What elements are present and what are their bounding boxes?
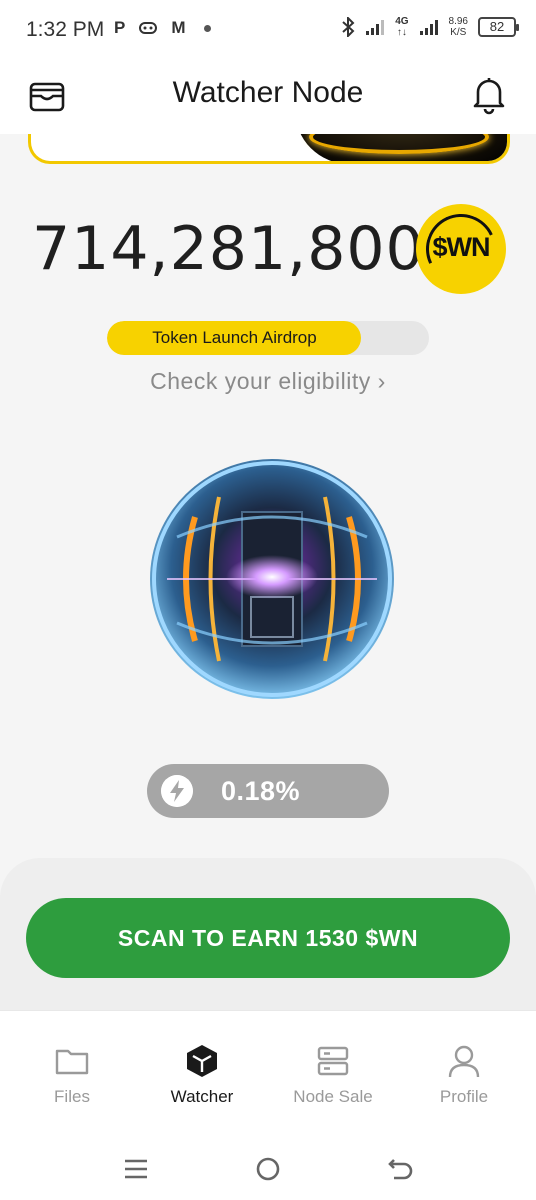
bluetooth-icon	[342, 17, 355, 37]
status-bar: 1:32 PM P M 4G ↑↓ 8.96 K/S 82	[0, 0, 536, 60]
nav-label-watcher: Watcher	[170, 1087, 234, 1106]
p-app-icon: P	[114, 18, 126, 37]
notification-icons: P M	[114, 18, 211, 38]
folder-icon	[55, 1049, 89, 1075]
boost-rate-pill: 0.18%	[147, 764, 389, 818]
status-right: 4G ↑↓ 8.96 K/S 82	[341, 16, 519, 38]
more-notifications-dot	[203, 24, 211, 32]
page-title: Watcher Node	[172, 76, 364, 109]
back-icon[interactable]	[386, 1156, 416, 1182]
status-time: 1:32 PM	[26, 18, 105, 41]
battery-icon: 82	[478, 17, 519, 37]
airdrop-label: Token Launch Airdrop	[152, 328, 317, 347]
token-logo: $WN	[416, 204, 506, 294]
nav-item-files[interactable]: Files	[7, 1043, 137, 1107]
signal-icon-1	[366, 20, 385, 35]
server-icon	[317, 1046, 349, 1076]
nav-label-profile: Profile	[439, 1087, 489, 1106]
nav-item-node-sale[interactable]: Node Sale	[268, 1043, 398, 1107]
home-icon[interactable]	[253, 1156, 283, 1182]
watcher-orb-image[interactable]	[147, 457, 397, 701]
app-header: Watcher Node	[0, 60, 536, 134]
system-navigation	[0, 1130, 536, 1200]
check-eligibility-link[interactable]: Check your eligibility ›	[0, 368, 536, 395]
gmail-icon: M	[171, 18, 186, 37]
net-speed: 8.96 K/S	[448, 16, 468, 38]
token-balance: 714,281,800	[32, 214, 425, 284]
recent-apps-icon[interactable]	[121, 1156, 151, 1182]
app-screen: 1:32 PM P M 4G ↑↓ 8.96 K/S 82 Watcher Node	[0, 0, 536, 1200]
nav-item-profile[interactable]: Profile	[399, 1043, 529, 1107]
lightning-icon	[161, 775, 193, 807]
nav-label-files: Files	[54, 1087, 90, 1106]
bottom-nav: Files Watcher Node Sale Profile	[0, 1010, 536, 1130]
airdrop-progress-bar[interactable]: Token Launch Airdrop	[107, 321, 429, 355]
signal-icon-2	[419, 20, 438, 35]
person-icon	[448, 1045, 480, 1078]
network-type: 4G ↑↓	[395, 16, 409, 38]
scan-to-earn-button[interactable]: SCAN TO EARN 1530 $WN	[26, 898, 510, 978]
cube-icon	[187, 1045, 217, 1077]
bell-icon[interactable]	[470, 75, 508, 115]
game-controller-icon	[139, 22, 158, 34]
token-symbol: $WN	[432, 232, 491, 262]
nav-label-node-sale: Node Sale	[293, 1087, 373, 1106]
boost-rate-value: 0.18%	[221, 776, 301, 806]
nav-item-watcher[interactable]: Watcher	[137, 1043, 267, 1107]
